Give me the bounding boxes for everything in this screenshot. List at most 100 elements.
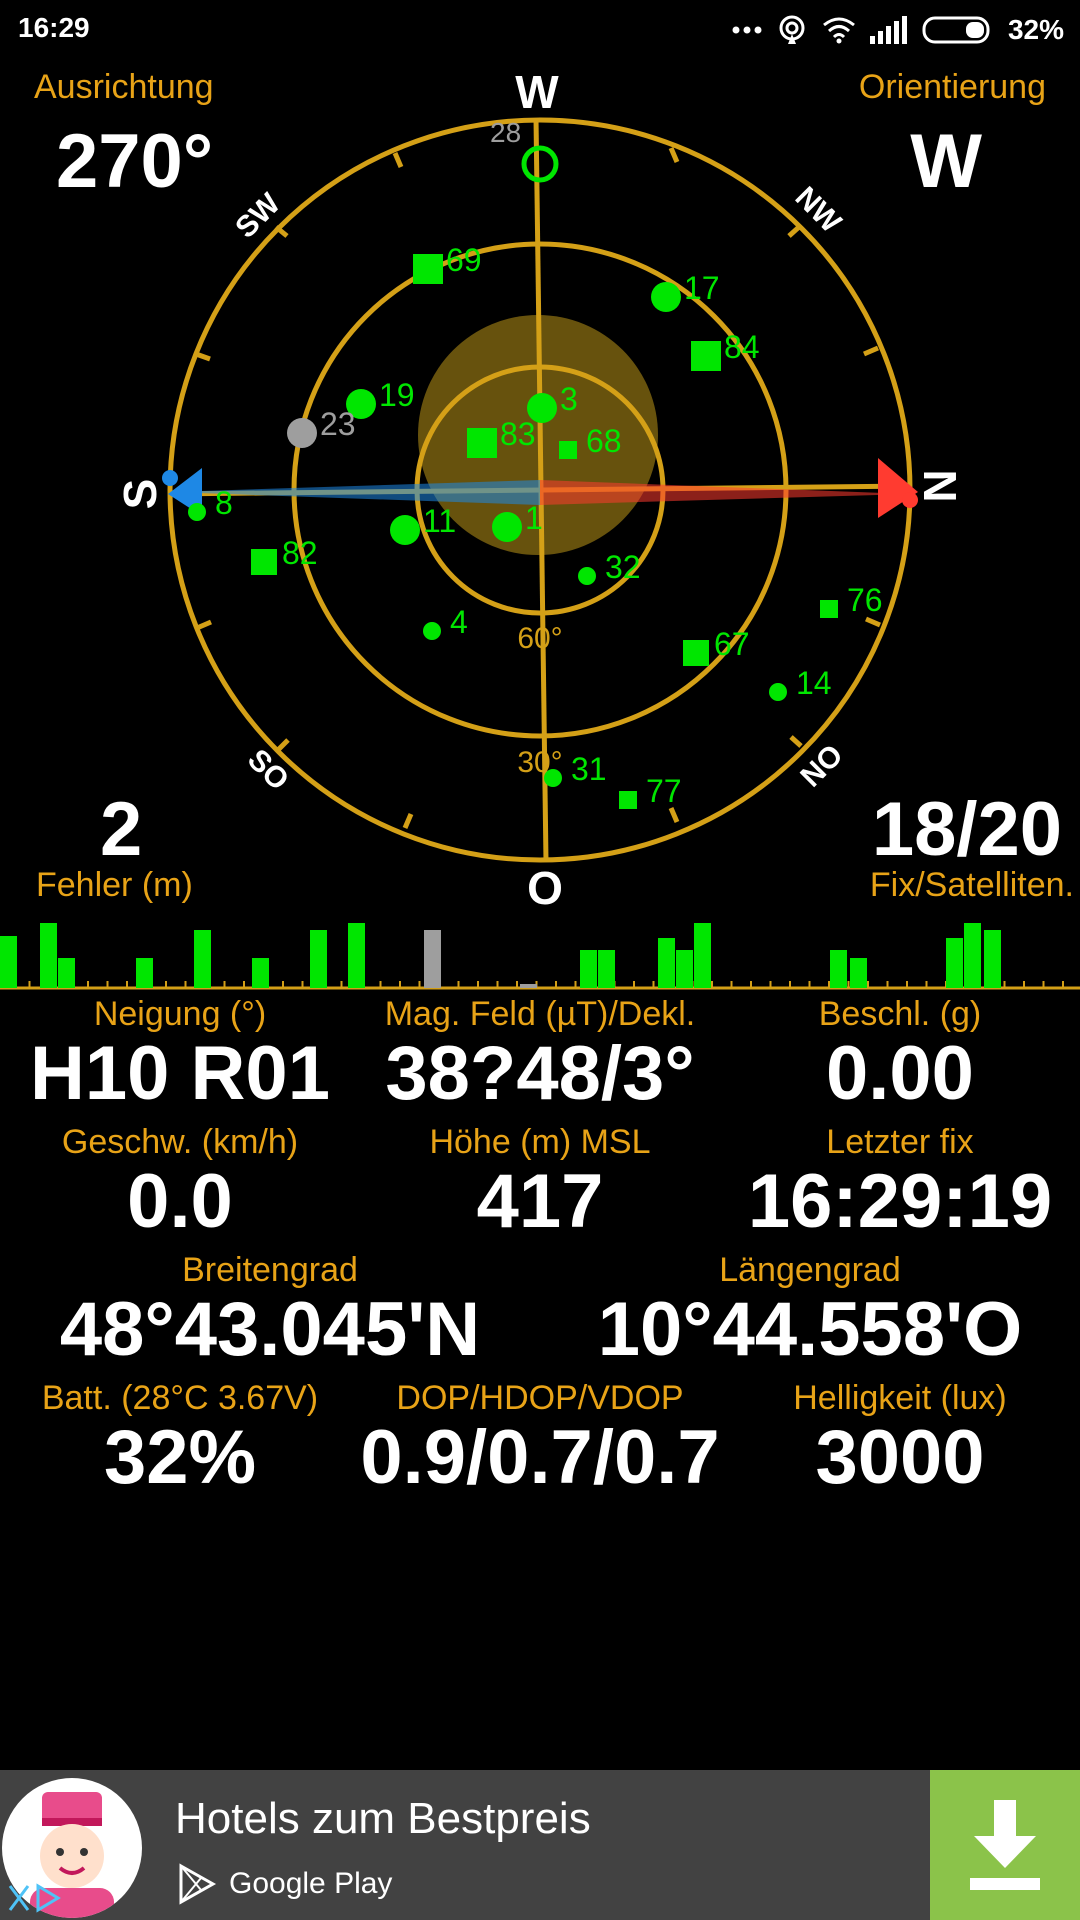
geschw-value: 0.0	[127, 1159, 233, 1244]
signal-strength-chart	[0, 923, 1080, 990]
satellite-11: 11	[390, 503, 456, 545]
satellite-69: 69	[413, 242, 482, 284]
signal-bar	[40, 923, 57, 988]
satellite-marker	[820, 600, 838, 618]
hoehe-label: Höhe (m) MSL	[429, 1123, 651, 1161]
satellite-marker	[619, 791, 637, 809]
satellite-67: 67	[683, 626, 750, 666]
geschw-label: Geschw. (km/h)	[61, 1123, 299, 1161]
cell-neigung: Neigung (°) H10 R01	[0, 995, 360, 1114]
satellite-label: 28	[490, 117, 521, 148]
satellite-14: 14	[769, 665, 832, 701]
ad-banner[interactable]: Hotels zum Bestpreis Google Play	[0, 1770, 1080, 1920]
dots-icon	[732, 26, 762, 34]
sky-plot: W O S N NW SW SO NO 60° 30° 286917841923…	[114, 66, 966, 914]
ad-store-badge[interactable]: Google Play	[175, 1862, 392, 1906]
breitengrad-label: Breitengrad	[182, 1251, 358, 1289]
neigung-label: Neigung (°)	[93, 995, 267, 1033]
signal-bar	[984, 930, 1001, 988]
cell-helligkeit: Helligkeit (lux) 3000	[720, 1379, 1080, 1498]
satellite-label: 31	[571, 751, 607, 787]
satellite-marker	[390, 515, 420, 545]
satellite-label: 32	[605, 549, 641, 585]
hoehe-value: 417	[476, 1159, 604, 1244]
laengengrad-value: 10°44.558'O	[597, 1287, 1023, 1372]
satellite-84: 84	[691, 329, 760, 371]
satellite-marker	[544, 769, 562, 787]
satellite-4: 4	[423, 604, 468, 640]
satellite-marker	[769, 683, 787, 701]
ad-close-icon[interactable]	[6, 1880, 66, 1916]
status-bar: 16:29 32%	[0, 0, 1080, 60]
battery-percent: 32%	[1007, 14, 1064, 45]
satellite-marker	[683, 640, 709, 666]
signal-bar	[676, 950, 693, 988]
dir-left: S	[114, 479, 166, 510]
satellite-label: 19	[379, 377, 415, 413]
satellite-label: 1	[525, 500, 543, 536]
dir-no: NO	[794, 738, 849, 793]
cell-breitengrad: Breitengrad 48°43.045'N	[0, 1251, 540, 1370]
satellite-label: 69	[446, 242, 482, 278]
ad-download-button[interactable]	[930, 1770, 1080, 1920]
cell-geschw: Geschw. (km/h) 0.0	[0, 1123, 360, 1242]
satellite-label: 17	[684, 270, 720, 306]
cell-laengengrad: Längengrad 10°44.558'O	[540, 1251, 1080, 1370]
satellite-marker	[521, 145, 559, 183]
signal-bar	[194, 930, 211, 988]
letzter-fix-label: Letzter fix	[826, 1123, 974, 1161]
satellite-label: 67	[714, 626, 750, 662]
satellite-76: 76	[820, 582, 883, 618]
dop-value: 0.9/0.7/0.7	[360, 1415, 720, 1500]
satellite-82: 82	[251, 535, 318, 575]
play-store-icon	[179, 1863, 217, 1905]
magfeld-label: Mag. Feld (µT)/Dekl.	[384, 995, 696, 1033]
hotspot-icon	[779, 15, 805, 44]
cell-beschl: Beschl. (g) 0.00	[720, 995, 1080, 1114]
satellite-marker	[413, 254, 443, 284]
batterie-label: Batt. (28°C 3.67V)	[41, 1379, 319, 1417]
signal-bar	[0, 936, 17, 988]
compass-panel[interactable]: Ausrichtung 270° Orientierung W 2 Fehler…	[0, 60, 1080, 940]
satellite-label: 82	[282, 535, 318, 571]
signal-bar	[252, 958, 269, 988]
satellite-marker	[691, 341, 721, 371]
signal-bar	[58, 958, 75, 988]
satellite-marker	[651, 282, 681, 312]
satellite-marker	[287, 418, 317, 448]
dop-label: DOP/HDOP/VDOP	[396, 1379, 684, 1417]
beschl-label: Beschl. (g)	[818, 995, 982, 1033]
breitengrad-value: 48°43.045'N	[59, 1287, 481, 1372]
satellite-marker	[578, 567, 596, 585]
ad-store-label: Google Play	[229, 1867, 393, 1900]
satellite-label: 3	[560, 381, 578, 417]
satellite-label: 76	[847, 582, 883, 618]
signal-bar	[850, 958, 867, 988]
neigung-value: H10 R01	[30, 1031, 330, 1116]
ad-title[interactable]: Hotels zum Bestpreis	[175, 1794, 591, 1844]
dir-so: SO	[241, 743, 295, 797]
signal-bar	[598, 950, 615, 988]
battery-icon	[922, 16, 990, 44]
cell-dop: DOP/HDOP/VDOP 0.9/0.7/0.7	[360, 1379, 720, 1498]
ring-label-60: 60°	[517, 622, 562, 655]
satellite-label: 14	[796, 665, 832, 701]
signal-bar	[348, 923, 365, 988]
satellite-label: 4	[450, 604, 468, 640]
signal-bar	[658, 938, 675, 988]
cell-hoehe: Höhe (m) MSL 417	[360, 1123, 720, 1242]
satellite-28: 28	[490, 117, 559, 183]
satellite-marker	[423, 622, 441, 640]
dir-right: N	[914, 469, 966, 502]
status-icons: 32%	[732, 10, 1064, 50]
satellite-label: 83	[500, 416, 536, 452]
satellite-label: 11	[423, 503, 456, 539]
letzter-fix-value: 16:29:19	[747, 1159, 1053, 1244]
satellite-marker	[559, 441, 577, 459]
signal-bar	[310, 930, 327, 988]
satellite-label: 84	[724, 329, 760, 365]
satellite-19: 19	[346, 377, 415, 419]
signal-bar	[520, 984, 537, 988]
satellite-label: 68	[586, 423, 622, 459]
satellite-label: 77	[646, 773, 682, 809]
